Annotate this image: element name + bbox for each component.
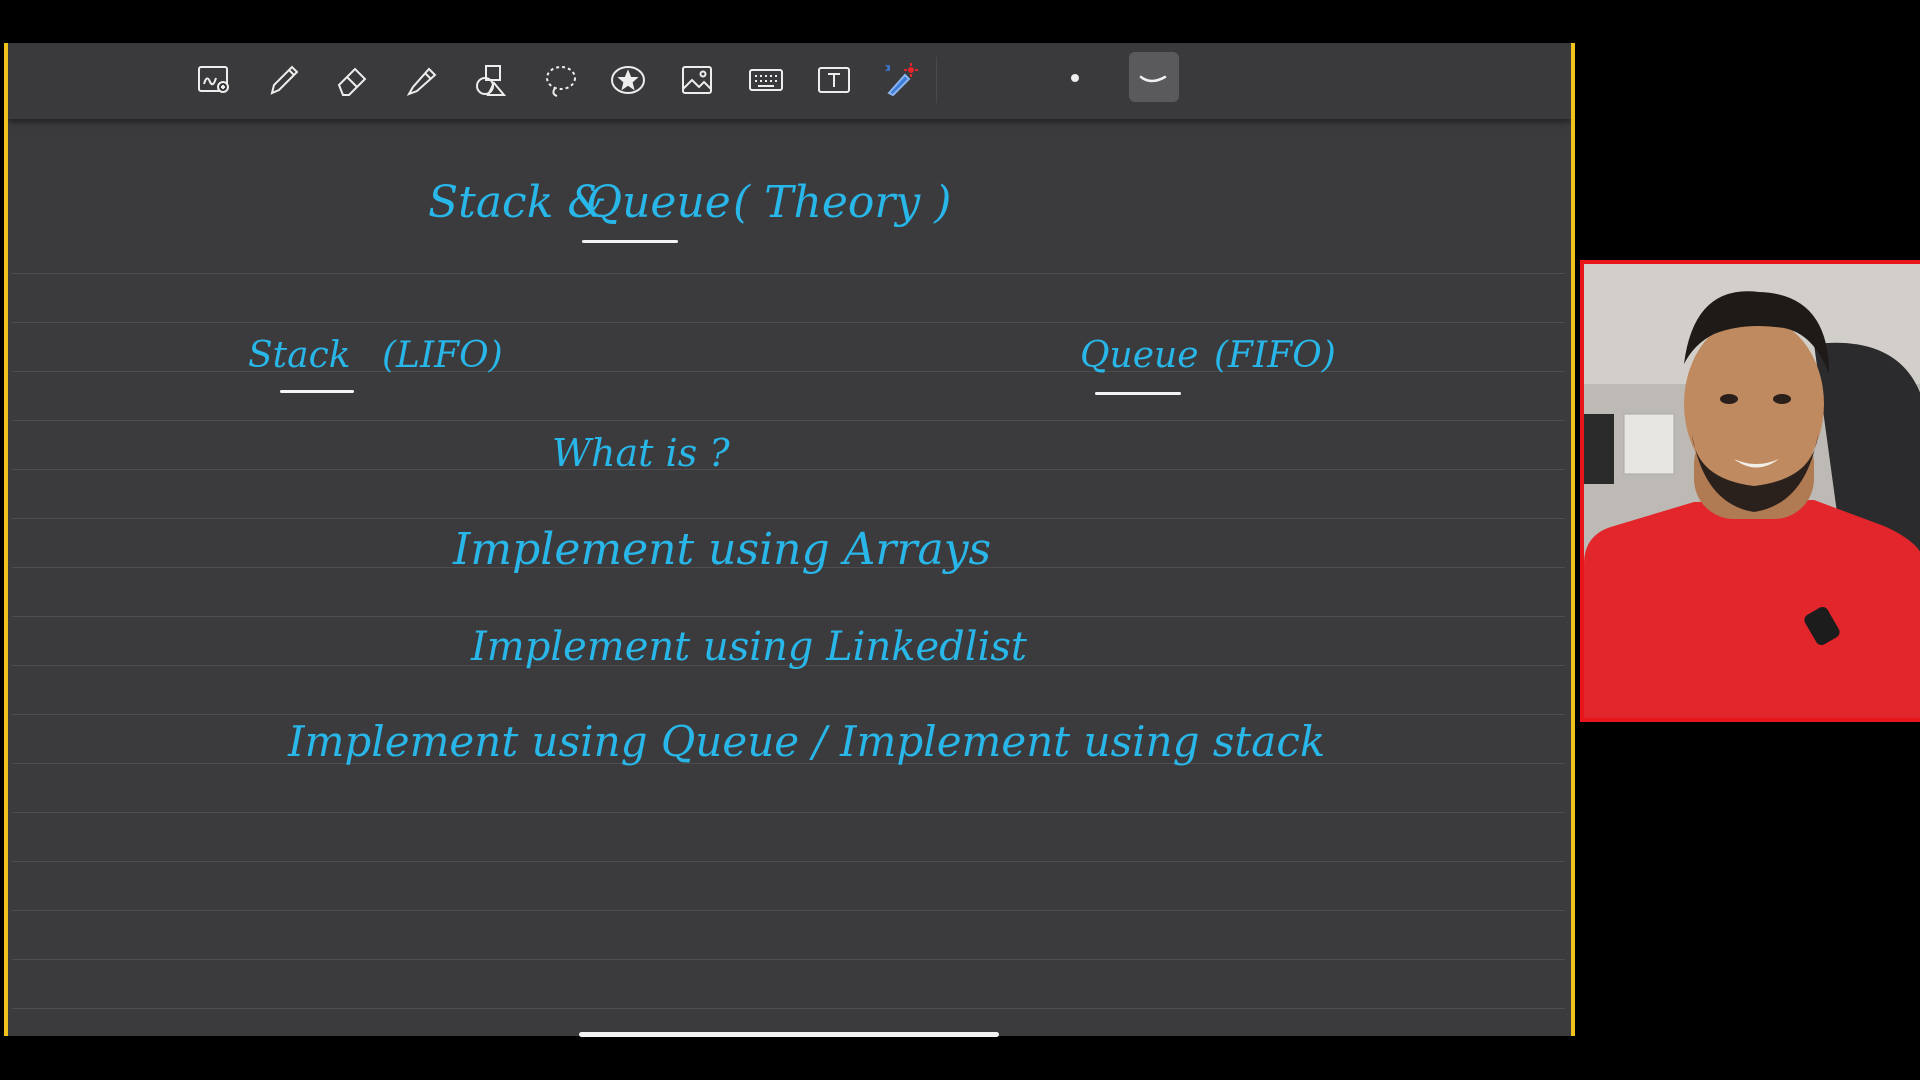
ruled-line: [12, 812, 1565, 813]
pen-style-selector[interactable]: [1129, 52, 1179, 102]
sticker-icon[interactable]: [603, 55, 653, 105]
ruled-line: [12, 910, 1565, 911]
queue-tag: (FIFO): [1214, 335, 1336, 376]
image-icon[interactable]: [672, 55, 722, 105]
presenter-video-frame: [1584, 264, 1920, 718]
toolbar-divider: [936, 57, 937, 103]
ruled-line: [12, 420, 1565, 421]
toolbar: [8, 43, 1571, 119]
ruled-line: [12, 714, 1565, 715]
home-indicator[interactable]: [579, 1032, 999, 1037]
queue-heading: Queue: [1080, 335, 1199, 376]
notes-app-window: Stack & Queue ( Theory ) Stack (LIFO) Qu…: [4, 43, 1575, 1036]
zoom-window-icon[interactable]: [189, 55, 239, 105]
eraser-icon[interactable]: [327, 55, 377, 105]
keyboard-icon[interactable]: [741, 55, 791, 105]
title-queue-underline: [582, 240, 678, 243]
queue-heading-underline: [1095, 392, 1181, 395]
ruled-line: [12, 616, 1565, 617]
highlighter-icon[interactable]: [397, 55, 447, 105]
note-title-theory: ( Theory ): [733, 177, 952, 228]
note-title-stack: Stack &: [428, 177, 607, 228]
note-implement-linkedlist: Implement using Linkedlist: [471, 624, 1027, 670]
pen-size-indicator[interactable]: [1071, 74, 1079, 82]
ruled-line: [12, 322, 1565, 323]
notebook-page[interactable]: Stack & Queue ( Theory ) Stack (LIFO) Qu…: [8, 119, 1571, 1036]
laser-pointer-icon[interactable]: [875, 55, 925, 105]
ruled-line: [12, 861, 1565, 862]
lasso-icon[interactable]: [535, 55, 585, 105]
note-what-is: What is ?: [552, 431, 730, 475]
ruled-line: [12, 959, 1565, 960]
stack-heading: Stack: [248, 335, 351, 376]
note-implement-arrays: Implement using Arrays: [453, 524, 992, 575]
ruled-line: [12, 273, 1565, 274]
note-title-queue: Queue: [586, 177, 731, 228]
pen-icon[interactable]: [258, 55, 308, 105]
shapes-icon[interactable]: [466, 55, 516, 105]
stack-tag: (LIFO): [382, 335, 503, 376]
ruled-line: [12, 1008, 1565, 1009]
text-box-icon[interactable]: [809, 55, 859, 105]
presenter-webcam: [1580, 260, 1920, 722]
note-implement-queue-stack: Implement using Queue / Implement using …: [288, 717, 1326, 766]
stack-heading-underline: [280, 390, 354, 393]
ruled-line: [12, 518, 1565, 519]
ruled-line: [12, 469, 1565, 470]
